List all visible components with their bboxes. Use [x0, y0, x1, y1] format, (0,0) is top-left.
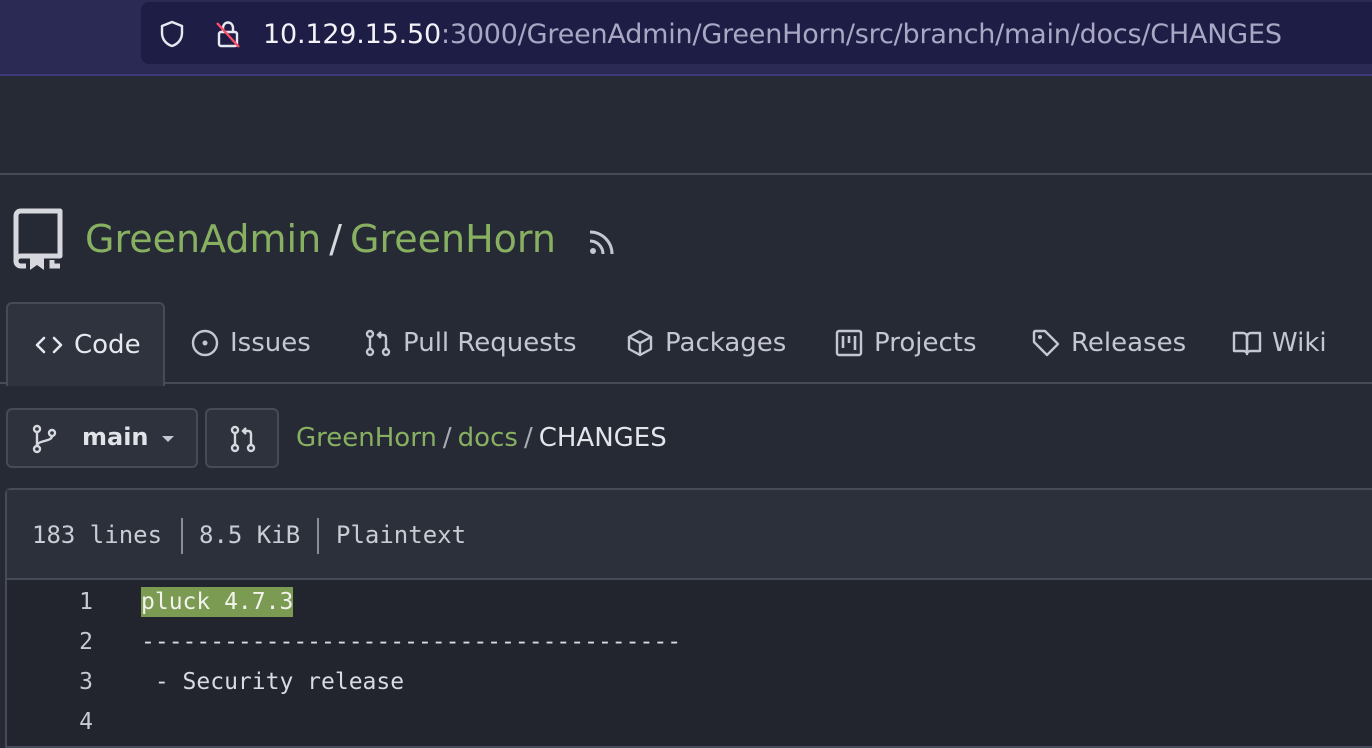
insecure-lock-icon[interactable] [213, 19, 243, 49]
tab-packages-label: Packages [665, 328, 787, 358]
breadcrumb-repo-link[interactable]: GreenHorn [296, 423, 437, 453]
breadcrumb-separator: / [442, 423, 452, 453]
package-icon [627, 329, 653, 357]
repo-owner-link[interactable]: GreenAdmin [85, 217, 321, 261]
site-header [0, 76, 1372, 175]
tab-pull-requests[interactable]: Pull Requests [363, 302, 577, 384]
project-icon [835, 329, 863, 357]
repo-name-link[interactable]: GreenHorn [350, 217, 556, 261]
file-size: 8.5 KiB [199, 521, 301, 549]
repo-title-separator: / [329, 217, 342, 261]
tab-packages[interactable]: Packages [625, 302, 786, 384]
book-icon [1232, 331, 1262, 356]
file-type: Plaintext [336, 521, 467, 549]
tab-releases[interactable]: Releases [1031, 302, 1186, 384]
code-line: 4 [7, 702, 1372, 742]
pull-request-icon [365, 329, 391, 357]
line-number[interactable]: 3 [7, 667, 93, 697]
tag-icon [1032, 329, 1060, 357]
compare-button[interactable] [205, 408, 279, 468]
branch-name: main [82, 423, 149, 451]
repo-icon [13, 208, 63, 270]
browser-toolbar: 10.129.15.50:3000/GreenAdmin/GreenHorn/s… [0, 0, 1372, 76]
file-line-count: 183 lines [32, 521, 163, 549]
url-host: 10.129.15.50 [263, 19, 441, 50]
url-path: :3000/GreenAdmin/GreenHorn/src/branch/ma… [440, 19, 1282, 50]
file-viewer: 183 lines 8.5 KiB Plaintext 1 pluck 4.7.… [5, 488, 1372, 748]
tab-issues-label: Issues [230, 328, 311, 358]
shield-icon[interactable] [157, 19, 187, 49]
divider [317, 518, 319, 554]
chevron-down-icon [162, 436, 174, 442]
tab-projects[interactable]: Projects [834, 302, 977, 384]
line-content: pluck 4.7.3 [141, 587, 294, 617]
rss-icon[interactable] [586, 226, 618, 258]
tab-wiki-label: Wiki [1272, 328, 1327, 358]
address-bar[interactable]: 10.129.15.50:3000/GreenAdmin/GreenHorn/s… [141, 2, 1372, 64]
tab-projects-label: Projects [874, 328, 977, 358]
line-content: - Security release [141, 669, 405, 695]
branch-selector[interactable]: main [6, 408, 198, 468]
breadcrumb: GreenHorn / docs / CHANGES [296, 420, 667, 456]
tab-code[interactable]: Code [6, 302, 165, 386]
line-number[interactable]: 4 [7, 707, 93, 737]
url-text[interactable]: 10.129.15.50:3000/GreenAdmin/GreenHorn/s… [263, 18, 1282, 52]
tab-wiki[interactable]: Wiki [1232, 302, 1327, 384]
line-content: --------------------------------------- [141, 629, 682, 655]
repo-title: GreenAdmin / GreenHorn [85, 214, 556, 264]
code-line: 3 - Security release [7, 662, 1372, 702]
tab-issues[interactable]: Issues [190, 302, 311, 384]
breadcrumb-separator: / [523, 423, 533, 453]
tab-code-label: Code [74, 330, 141, 360]
issue-icon [191, 329, 219, 357]
line-number[interactable]: 2 [7, 627, 93, 657]
tab-releases-label: Releases [1071, 328, 1187, 358]
branch-icon [32, 424, 57, 454]
breadcrumb-docs-link[interactable]: docs [458, 423, 518, 453]
breadcrumb-current-file: CHANGES [538, 423, 667, 453]
repo-header: GreenAdmin / GreenHorn [0, 176, 1372, 304]
pull-request-icon [230, 425, 256, 453]
code-line: 1 pluck 4.7.3 [7, 582, 1372, 622]
file-info-header: 183 lines 8.5 KiB Plaintext [7, 490, 1372, 580]
repo-tabs: Code Issues Pull Requests Packages Proje… [0, 302, 1372, 386]
tab-pull-requests-label: Pull Requests [403, 328, 577, 358]
code-icon [35, 336, 63, 354]
line-number[interactable]: 1 [7, 587, 93, 617]
code-line: 2 --------------------------------------… [7, 622, 1372, 662]
divider [181, 518, 183, 554]
